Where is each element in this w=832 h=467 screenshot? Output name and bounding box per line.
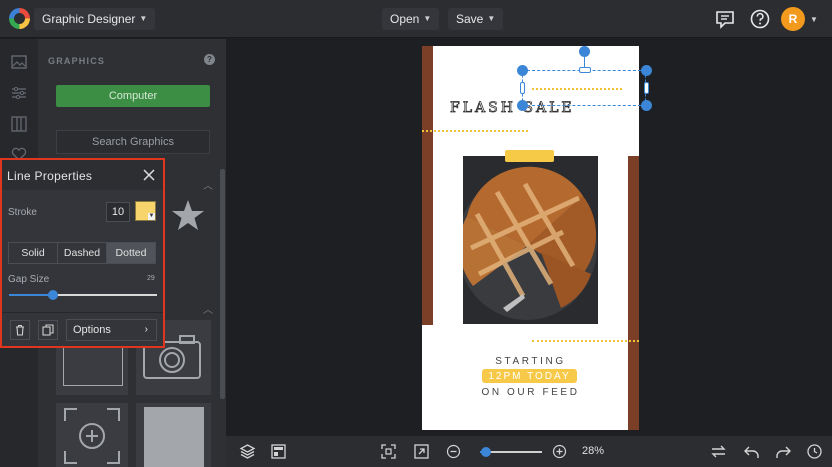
app-menu-label: Graphic Designer xyxy=(42,12,136,26)
today-text[interactable]: 12PM TODAY xyxy=(482,371,577,382)
dotted-line[interactable] xyxy=(532,340,639,342)
history-icon[interactable] xyxy=(806,443,823,460)
chevron-up-icon[interactable]: ︿ xyxy=(203,301,213,316)
search-graphics-button[interactable]: Search Graphics xyxy=(56,130,210,154)
chevron-down-icon: ▼ xyxy=(487,14,496,23)
fit-screen-icon[interactable] xyxy=(380,443,397,460)
gap-size-value: 29 xyxy=(147,275,155,282)
stroke-label: Stroke xyxy=(8,207,37,218)
open-button[interactable]: Open ▼ xyxy=(382,8,440,30)
zoom-in-icon[interactable] xyxy=(551,443,568,460)
star-graphic[interactable] xyxy=(170,197,206,233)
help-icon[interactable] xyxy=(749,8,771,30)
pie-photo-image xyxy=(463,156,598,324)
trash-icon xyxy=(16,324,24,336)
rotate-handle[interactable] xyxy=(579,46,590,57)
chevron-down-icon: ▼ xyxy=(139,14,148,23)
starting-text[interactable]: STARTING xyxy=(422,356,639,367)
save-button[interactable]: Save ▼ xyxy=(448,8,504,30)
options-button[interactable]: Options › xyxy=(66,319,157,341)
duplicate-button[interactable] xyxy=(38,320,58,340)
delete-button[interactable] xyxy=(10,320,30,340)
zoom-slider-thumb[interactable] xyxy=(481,447,492,457)
open-label: Open xyxy=(390,12,420,26)
adjustments-icon[interactable] xyxy=(10,84,28,102)
gap-size-slider-fill xyxy=(9,294,54,296)
resize-handle-top[interactable] xyxy=(579,67,591,73)
chevron-right-icon: › xyxy=(144,324,148,335)
selection-box xyxy=(522,70,646,106)
resize-handle-right[interactable] xyxy=(644,82,649,94)
feed-text[interactable]: ON OUR FEED xyxy=(422,387,639,398)
popup-body: Stroke 10 ▼ Solid Dashed Dotted Gap Size… xyxy=(2,190,163,346)
save-label: Save xyxy=(456,12,484,26)
app-menu-button[interactable]: Graphic Designer ▼ xyxy=(34,8,156,30)
tape-graphic[interactable] xyxy=(505,150,554,162)
expand-icon[interactable] xyxy=(413,443,430,460)
resize-handle-bottom-right[interactable] xyxy=(641,100,652,111)
style-solid-button[interactable]: Solid xyxy=(9,243,58,263)
popup-title: Line Properties xyxy=(7,169,93,183)
copy-icon xyxy=(42,324,54,336)
line-style-segmented-control: Solid Dashed Dotted xyxy=(8,242,156,264)
panel-title: GRAPHICS xyxy=(48,56,106,66)
image-icon[interactable] xyxy=(10,53,28,71)
swap-icon[interactable] xyxy=(710,443,727,460)
template-icon[interactable] xyxy=(270,443,287,460)
line-properties-popup: Line Properties Stroke 10 ▼ Solid Dashed… xyxy=(0,158,165,348)
computer-upload-button[interactable]: Computer xyxy=(56,85,210,107)
chevron-down-icon: ▼ xyxy=(423,14,432,23)
app: Graphic Designer ▼ Open ▼ Save ▼ R ▼ GRA… xyxy=(0,0,832,467)
chevron-down-icon[interactable]: ▼ xyxy=(810,15,818,24)
stroke-width-input[interactable]: 10 xyxy=(106,202,130,222)
gap-size-slider-thumb[interactable] xyxy=(48,290,59,300)
stroke-color-swatch[interactable]: ▼ xyxy=(135,201,156,221)
app-logo[interactable] xyxy=(9,8,30,29)
resize-handle-bottom-left[interactable] xyxy=(517,100,528,111)
graphic-tile-rectangle[interactable] xyxy=(136,403,211,467)
graphic-tile-focus[interactable] xyxy=(56,403,128,467)
resize-handle-top-left[interactable] xyxy=(517,65,528,76)
dotted-line[interactable] xyxy=(422,130,528,132)
gap-size-label: Gap Size xyxy=(8,274,50,285)
resize-handle-left[interactable] xyxy=(520,82,525,94)
brown-bar-left[interactable] xyxy=(422,46,433,325)
chevron-up-icon[interactable]: ︿ xyxy=(203,177,213,192)
zoom-out-icon[interactable] xyxy=(445,443,462,460)
redo-icon[interactable] xyxy=(775,443,792,460)
options-label: Options xyxy=(73,324,111,336)
pie-photo[interactable] xyxy=(463,156,598,324)
help-icon[interactable]: ? xyxy=(204,54,215,65)
style-dashed-button[interactable]: Dashed xyxy=(58,243,107,263)
avatar[interactable]: R xyxy=(781,7,805,31)
layers-icon[interactable] xyxy=(239,443,256,460)
style-dotted-button[interactable]: Dotted xyxy=(107,243,155,263)
zoom-level: 28% xyxy=(582,445,605,457)
resize-handle-top-right[interactable] xyxy=(641,65,652,76)
chevron-down-icon: ▼ xyxy=(148,213,155,220)
focus-frame-icon xyxy=(64,408,120,464)
divider xyxy=(2,312,163,313)
layout-icon[interactable] xyxy=(10,115,28,133)
top-bar: Graphic Designer ▼ Open ▼ Save ▼ R ▼ xyxy=(0,0,832,38)
gray-rectangle-graphic xyxy=(144,407,204,467)
bottom-bar: 28% xyxy=(226,436,832,467)
undo-icon[interactable] xyxy=(743,443,760,460)
panel-scrollbar[interactable] xyxy=(220,169,225,399)
comment-icon[interactable] xyxy=(714,8,736,30)
close-icon[interactable] xyxy=(142,168,156,182)
